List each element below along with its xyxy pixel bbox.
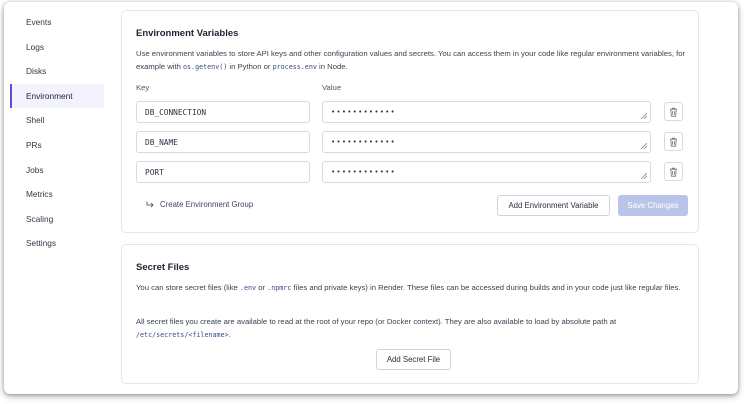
section-title: Environment Variables [136,28,239,39]
sidebar-item-scaling[interactable]: Scaling [10,207,104,232]
delete-variable-button[interactable] [664,102,683,121]
secret-description-1: You can store secret files (like .env or… [136,282,688,295]
secret-description-2: All secret files you create are availabl… [136,316,688,341]
sidebar-item-metrics[interactable]: Metrics [10,182,104,207]
create-environment-group-link[interactable]: Create Environment Group [146,200,253,209]
inline-code: os.getenv() [183,62,228,71]
desc-text: in Node. [316,61,348,71]
desc-text: files and private keys) in Render. These… [291,283,681,292]
desc-text: All secret files you create are availabl… [136,317,617,326]
env-key-input[interactable]: DB_NAME [136,131,310,153]
create-group-label: Create Environment Group [160,200,254,209]
inline-code: process.env [272,62,317,71]
inline-code: .env [239,284,257,292]
trash-icon [670,137,677,147]
resize-handle-icon[interactable] [641,143,647,149]
trash-icon [670,167,677,177]
delete-variable-button[interactable] [664,132,683,151]
env-description: Use environment variables to store API k… [136,48,688,73]
value-column-label: Value [322,83,342,92]
env-key-value: DB_NAME [145,138,178,147]
env-value-masked: •••••••••••• [331,138,396,146]
env-value-masked: •••••••••••• [331,168,396,176]
sidebar-item-settings[interactable]: Settings [10,231,104,256]
secret-files-card: Secret Files You can store secret files … [121,244,699,384]
desc-text: You can store secret files (like [136,283,240,292]
env-value-input[interactable]: •••••••••••• [322,101,651,123]
section-title: Secret Files [136,262,190,273]
sidebar-item-logs[interactable]: Logs [10,35,104,60]
sidebar-item-jobs[interactable]: Jobs [10,158,104,183]
resize-handle-icon[interactable] [641,173,647,179]
resize-handle-icon[interactable] [641,113,647,119]
env-value-input[interactable]: •••••••••••• [322,131,651,153]
env-key-input[interactable]: DB_CONNECTION [136,101,310,123]
app-window: Events Logs Disks Environment Shell PRs … [4,2,738,394]
sidebar-item-environment[interactable]: Environment [10,83,104,109]
add-environment-variable-button[interactable]: Add Environment Variable [497,195,610,216]
sidebar-item-events[interactable]: Events [10,10,104,35]
env-value-input[interactable]: •••••••••••• [322,161,651,183]
sidebar-item-prs[interactable]: PRs [10,133,104,158]
save-changes-button[interactable]: Save Changes [618,195,688,216]
sidebar: Events Logs Disks Environment Shell PRs … [10,10,104,256]
return-arrow-icon [146,201,154,208]
sidebar-item-shell[interactable]: Shell [10,108,104,133]
key-column-label: Key [136,83,150,92]
env-key-value: PORT [145,168,164,177]
environment-variables-card: Environment Variables Use environment va… [121,10,699,233]
desc-text: or [256,283,268,292]
desc-text: in Python or [227,61,273,71]
sidebar-item-disks[interactable]: Disks [10,59,104,84]
env-value-masked: •••••••••••• [331,108,396,116]
delete-variable-button[interactable] [664,162,683,181]
trash-icon [670,107,677,117]
inline-code: /etc/secrets/<filename> [136,330,229,339]
env-key-value: DB_CONNECTION [145,108,207,117]
desc-text: . [228,329,231,339]
env-key-input[interactable]: PORT [136,161,310,183]
add-secret-file-button[interactable]: Add Secret File [376,349,451,370]
inline-code: .npmrc [267,284,292,292]
